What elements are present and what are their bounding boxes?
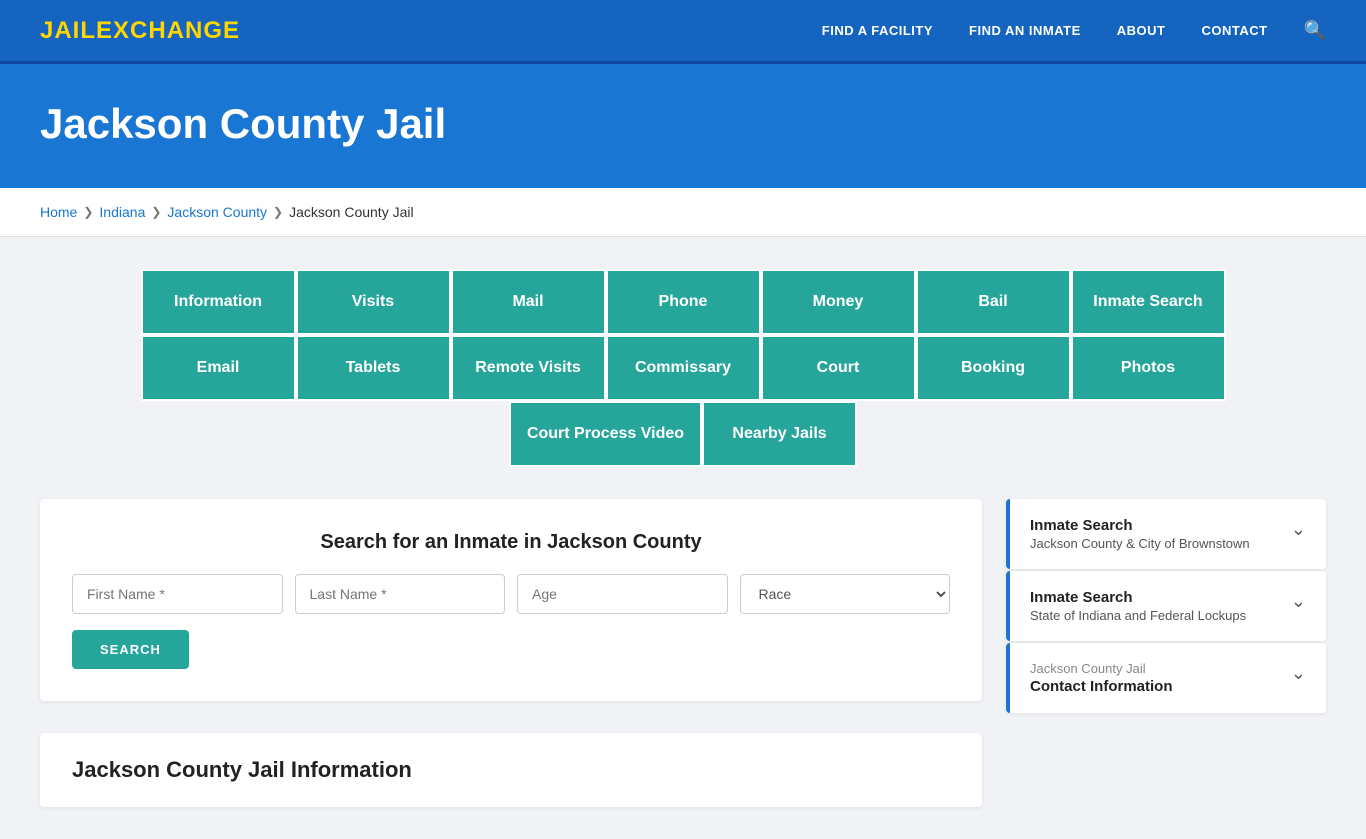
- inmate-search-section: Search for an Inmate in Jackson County R…: [40, 499, 982, 701]
- search-form-row: Race White Black Hispanic Asian Native A…: [72, 574, 950, 614]
- booking-btn[interactable]: Booking: [916, 335, 1071, 401]
- bail-btn[interactable]: Bail: [916, 269, 1071, 335]
- sidebar-card-jackson[interactable]: Inmate Search Jackson County & City of B…: [1006, 499, 1326, 569]
- buttons-row-2: Email Tablets Remote Visits Commissary C…: [141, 335, 1226, 401]
- breadcrumb-jackson-county[interactable]: Jackson County: [167, 204, 267, 220]
- sidebar-card-contact-title: Jackson County Jail: [1030, 661, 1173, 676]
- sidebar-card-jackson-title: Inmate Search: [1030, 517, 1250, 534]
- sidebar-card-indiana[interactable]: Inmate Search State of Indiana and Feder…: [1006, 571, 1326, 641]
- chevron-down-icon: ⌄: [1291, 519, 1306, 540]
- first-name-input[interactable]: [72, 574, 283, 614]
- breadcrumb-current: Jackson County Jail: [289, 204, 414, 220]
- tablets-btn[interactable]: Tablets: [296, 335, 451, 401]
- navbar-links: FIND A FACILITY FIND AN INMATE ABOUT CON…: [822, 20, 1326, 41]
- buttons-row-3: Court Process Video Nearby Jails: [509, 401, 857, 467]
- navbar: JAILEXCHANGE FIND A FACILITY FIND AN INM…: [0, 0, 1366, 64]
- page-title: Jackson County Jail: [40, 100, 1326, 148]
- inmate-search-btn[interactable]: Inmate Search: [1071, 269, 1226, 335]
- logo-exchange: EXCHANGE: [96, 17, 240, 44]
- jail-info-heading: Jackson County Jail Information: [72, 757, 950, 783]
- mail-btn[interactable]: Mail: [451, 269, 606, 335]
- breadcrumb-home[interactable]: Home: [40, 204, 77, 220]
- breadcrumb: Home ❯ Indiana ❯ Jackson County ❯ Jackso…: [0, 188, 1366, 237]
- nav-find-a-facility[interactable]: FIND A FACILITY: [822, 23, 933, 38]
- commissary-btn[interactable]: Commissary: [606, 335, 761, 401]
- race-select[interactable]: Race White Black Hispanic Asian Native A…: [740, 574, 951, 614]
- nearby-jails-btn[interactable]: Nearby Jails: [702, 401, 857, 467]
- sidebar-card-contact-text: Jackson County Jail Contact Information: [1030, 661, 1173, 695]
- search-icon[interactable]: 🔍: [1304, 20, 1326, 41]
- age-input[interactable]: [517, 574, 728, 614]
- chevron-down-icon-3: ⌄: [1291, 663, 1306, 684]
- nav-contact[interactable]: CONTACT: [1201, 23, 1267, 38]
- last-name-input[interactable]: [295, 574, 506, 614]
- logo-jail: JAIL: [40, 17, 96, 44]
- breadcrumb-sep-3: ❯: [273, 205, 283, 219]
- info-btn[interactable]: Information: [141, 269, 296, 335]
- hero-section: Jackson County Jail: [0, 64, 1366, 188]
- sidebar: Inmate Search Jackson County & City of B…: [1006, 499, 1326, 715]
- sidebar-card-indiana-subtitle: State of Indiana and Federal Lockups: [1030, 608, 1246, 623]
- jail-info-section: Jackson County Jail Information: [40, 733, 982, 807]
- sidebar-card-jackson-text: Inmate Search Jackson County & City of B…: [1030, 517, 1250, 551]
- nav-find-an-inmate[interactable]: FIND AN INMATE: [969, 23, 1081, 38]
- court-btn[interactable]: Court: [761, 335, 916, 401]
- breadcrumb-indiana[interactable]: Indiana: [99, 204, 145, 220]
- search-heading: Search for an Inmate in Jackson County: [72, 531, 950, 554]
- sidebar-card-contact[interactable]: Jackson County Jail Contact Information …: [1006, 643, 1326, 713]
- main-column: Search for an Inmate in Jackson County R…: [40, 499, 982, 807]
- site-logo[interactable]: JAILEXCHANGE: [40, 17, 240, 45]
- court-process-video-btn[interactable]: Court Process Video: [509, 401, 702, 467]
- breadcrumb-sep-1: ❯: [83, 205, 93, 219]
- sidebar-card-indiana-text: Inmate Search State of Indiana and Feder…: [1030, 589, 1246, 623]
- phone-btn[interactable]: Phone: [606, 269, 761, 335]
- sidebar-card-indiana-title: Inmate Search: [1030, 589, 1246, 606]
- sidebar-card-contact-subtitle: Contact Information: [1030, 678, 1173, 695]
- content-area: Information Visits Mail Phone Money Bail…: [0, 237, 1366, 839]
- money-btn[interactable]: Money: [761, 269, 916, 335]
- search-button[interactable]: SEARCH: [72, 630, 189, 669]
- email-btn[interactable]: Email: [141, 335, 296, 401]
- sidebar-card-jackson-subtitle: Jackson County & City of Brownstown: [1030, 536, 1250, 551]
- chevron-down-icon-2: ⌄: [1291, 591, 1306, 612]
- photos-btn[interactable]: Photos: [1071, 335, 1226, 401]
- buttons-grid: Information Visits Mail Phone Money Bail…: [40, 269, 1326, 467]
- breadcrumb-sep-2: ❯: [151, 205, 161, 219]
- main-sidebar-layout: Search for an Inmate in Jackson County R…: [40, 499, 1326, 807]
- buttons-row-1: Information Visits Mail Phone Money Bail…: [141, 269, 1226, 335]
- nav-about[interactable]: ABOUT: [1117, 23, 1166, 38]
- visits-btn[interactable]: Visits: [296, 269, 451, 335]
- remote-visits-btn[interactable]: Remote Visits: [451, 335, 606, 401]
